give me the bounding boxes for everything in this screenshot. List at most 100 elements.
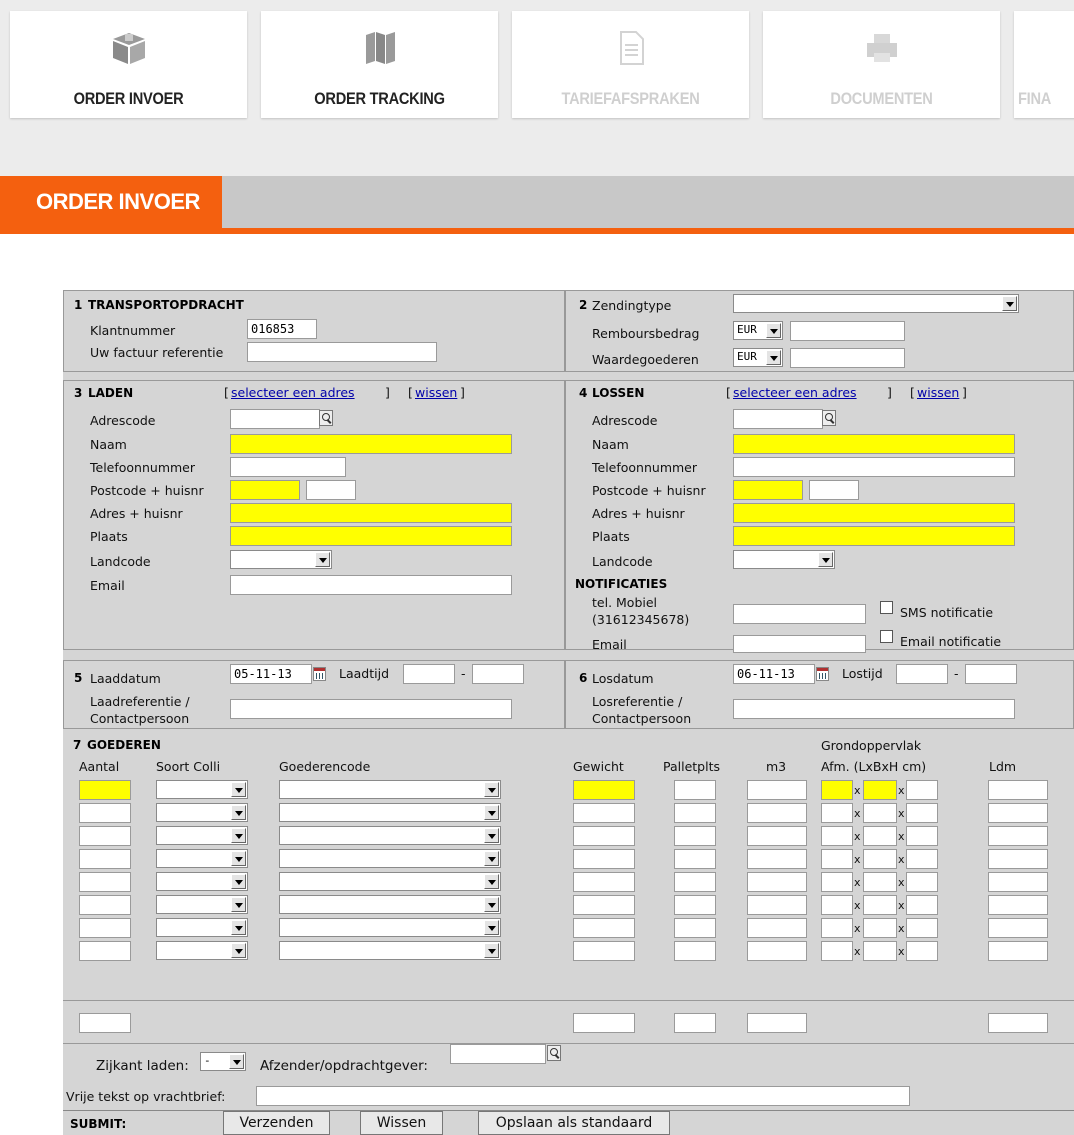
laden-clear-link[interactable]: wissen <box>415 385 457 400</box>
m3-field[interactable] <box>747 895 807 915</box>
factuur-referentie-field[interactable] <box>247 342 437 362</box>
palletplts-field[interactable] <box>674 895 716 915</box>
aantal-field[interactable] <box>79 803 131 823</box>
total-m3-field[interactable] <box>747 1013 807 1033</box>
goederencode-select[interactable] <box>279 780 501 799</box>
afm-hoogte-field[interactable] <box>906 895 938 915</box>
m3-field[interactable] <box>747 803 807 823</box>
aantal-field[interactable] <box>79 780 131 800</box>
afm-breedte-field[interactable] <box>863 895 897 915</box>
goederencode-select[interactable] <box>279 918 501 937</box>
afm-hoogte-field[interactable] <box>906 872 938 892</box>
afm-hoogte-field[interactable] <box>906 918 938 938</box>
lossen-landcode-select[interactable] <box>733 550 835 569</box>
afm-breedte-field[interactable] <box>863 872 897 892</box>
goederencode-select[interactable] <box>279 895 501 914</box>
losreferentie-field[interactable] <box>733 699 1015 719</box>
soort-colli-select[interactable] <box>156 895 248 914</box>
gewicht-field[interactable] <box>573 849 635 869</box>
total-aantal-field[interactable] <box>79 1013 131 1033</box>
lossen-naam-field[interactable] <box>733 434 1015 454</box>
afm-lengte-field[interactable] <box>821 826 853 846</box>
palletplts-field[interactable] <box>674 803 716 823</box>
lossen-adrescode-field[interactable] <box>733 409 823 429</box>
lossen-telefoon-field[interactable] <box>733 457 1015 477</box>
ldm-field[interactable] <box>988 872 1048 892</box>
goederencode-select[interactable] <box>279 803 501 822</box>
laadtijd-from-field[interactable] <box>403 664 455 684</box>
afm-breedte-field[interactable] <box>863 849 897 869</box>
ldm-field[interactable] <box>988 780 1048 800</box>
m3-field[interactable] <box>747 849 807 869</box>
laden-plaats-field[interactable] <box>230 526 512 546</box>
laden-select-address-link[interactable]: selecteer een adres <box>231 385 355 400</box>
m3-field[interactable] <box>747 780 807 800</box>
laadreferentie-field[interactable] <box>230 699 512 719</box>
goederencode-select[interactable] <box>279 941 501 960</box>
laaddatum-field[interactable]: 05-11-13 <box>230 664 312 684</box>
ldm-field[interactable] <box>988 895 1048 915</box>
afm-breedte-field[interactable] <box>863 803 897 823</box>
goederencode-select[interactable] <box>279 826 501 845</box>
losdatum-field[interactable]: 06-11-13 <box>733 664 815 684</box>
verzenden-button[interactable]: Verzenden <box>223 1111 330 1135</box>
goederencode-select[interactable] <box>279 849 501 868</box>
tab-order-tracking[interactable]: ORDER TRACKING <box>261 11 498 118</box>
afm-lengte-field[interactable] <box>821 918 853 938</box>
goederencode-select[interactable] <box>279 872 501 891</box>
lossen-plaats-field[interactable] <box>733 526 1015 546</box>
remboursbedrag-field[interactable] <box>790 321 905 341</box>
palletplts-field[interactable] <box>674 780 716 800</box>
afm-hoogte-field[interactable] <box>906 941 938 961</box>
laden-huisnr-field[interactable] <box>306 480 356 500</box>
waarde-currency-select[interactable]: EUR <box>733 348 783 367</box>
afm-hoogte-field[interactable] <box>906 849 938 869</box>
lostijd-from-field[interactable] <box>896 664 948 684</box>
total-ldm-field[interactable] <box>988 1013 1048 1033</box>
lossen-email-field[interactable] <box>733 635 866 653</box>
lossen-postcode-field[interactable] <box>733 480 803 500</box>
laden-landcode-select[interactable] <box>230 550 332 569</box>
aantal-field[interactable] <box>79 849 131 869</box>
gewicht-field[interactable] <box>573 895 635 915</box>
soort-colli-select[interactable] <box>156 941 248 960</box>
soort-colli-select[interactable] <box>156 803 248 822</box>
m3-field[interactable] <box>747 872 807 892</box>
laden-adrescode-field[interactable] <box>230 409 320 429</box>
search-icon[interactable] <box>319 410 333 426</box>
rembours-currency-select[interactable]: EUR <box>733 321 783 340</box>
gewicht-field[interactable] <box>573 803 635 823</box>
aantal-field[interactable] <box>79 872 131 892</box>
lostijd-to-field[interactable] <box>965 664 1017 684</box>
afm-lengte-field[interactable] <box>821 941 853 961</box>
aantal-field[interactable] <box>79 895 131 915</box>
tab-order-invoer[interactable]: ORDER INVOER <box>10 11 247 118</box>
waardegoederen-field[interactable] <box>790 348 905 368</box>
total-palletplts-field[interactable] <box>674 1013 716 1033</box>
palletplts-field[interactable] <box>674 918 716 938</box>
gewicht-field[interactable] <box>573 826 635 846</box>
zendingtype-select[interactable] <box>733 294 1019 313</box>
soort-colli-select[interactable] <box>156 849 248 868</box>
gewicht-field[interactable] <box>573 872 635 892</box>
tab-documenten[interactable]: DOCUMENTEN <box>763 11 1000 118</box>
palletplts-field[interactable] <box>674 826 716 846</box>
email-notificatie-checkbox[interactable] <box>880 630 893 643</box>
m3-field[interactable] <box>747 941 807 961</box>
tab-financieel[interactable]: FINA <box>1014 11 1074 118</box>
afm-breedte-field[interactable] <box>863 918 897 938</box>
palletplts-field[interactable] <box>674 872 716 892</box>
aantal-field[interactable] <box>79 918 131 938</box>
ldm-field[interactable] <box>988 849 1048 869</box>
palletplts-field[interactable] <box>674 849 716 869</box>
afm-lengte-field[interactable] <box>821 895 853 915</box>
lossen-clear-link[interactable]: wissen <box>917 385 959 400</box>
gewicht-field[interactable] <box>573 780 635 800</box>
zijkant-laden-select[interactable]: - <box>200 1052 246 1071</box>
ldm-field[interactable] <box>988 803 1048 823</box>
wissen-button[interactable]: Wissen <box>360 1111 443 1135</box>
afm-breedte-field[interactable] <box>863 826 897 846</box>
laden-telefoon-field[interactable] <box>230 457 346 477</box>
afm-breedte-field[interactable] <box>863 941 897 961</box>
tab-tariefafspraken[interactable]: TARIEFAFSPRAKEN <box>512 11 749 118</box>
